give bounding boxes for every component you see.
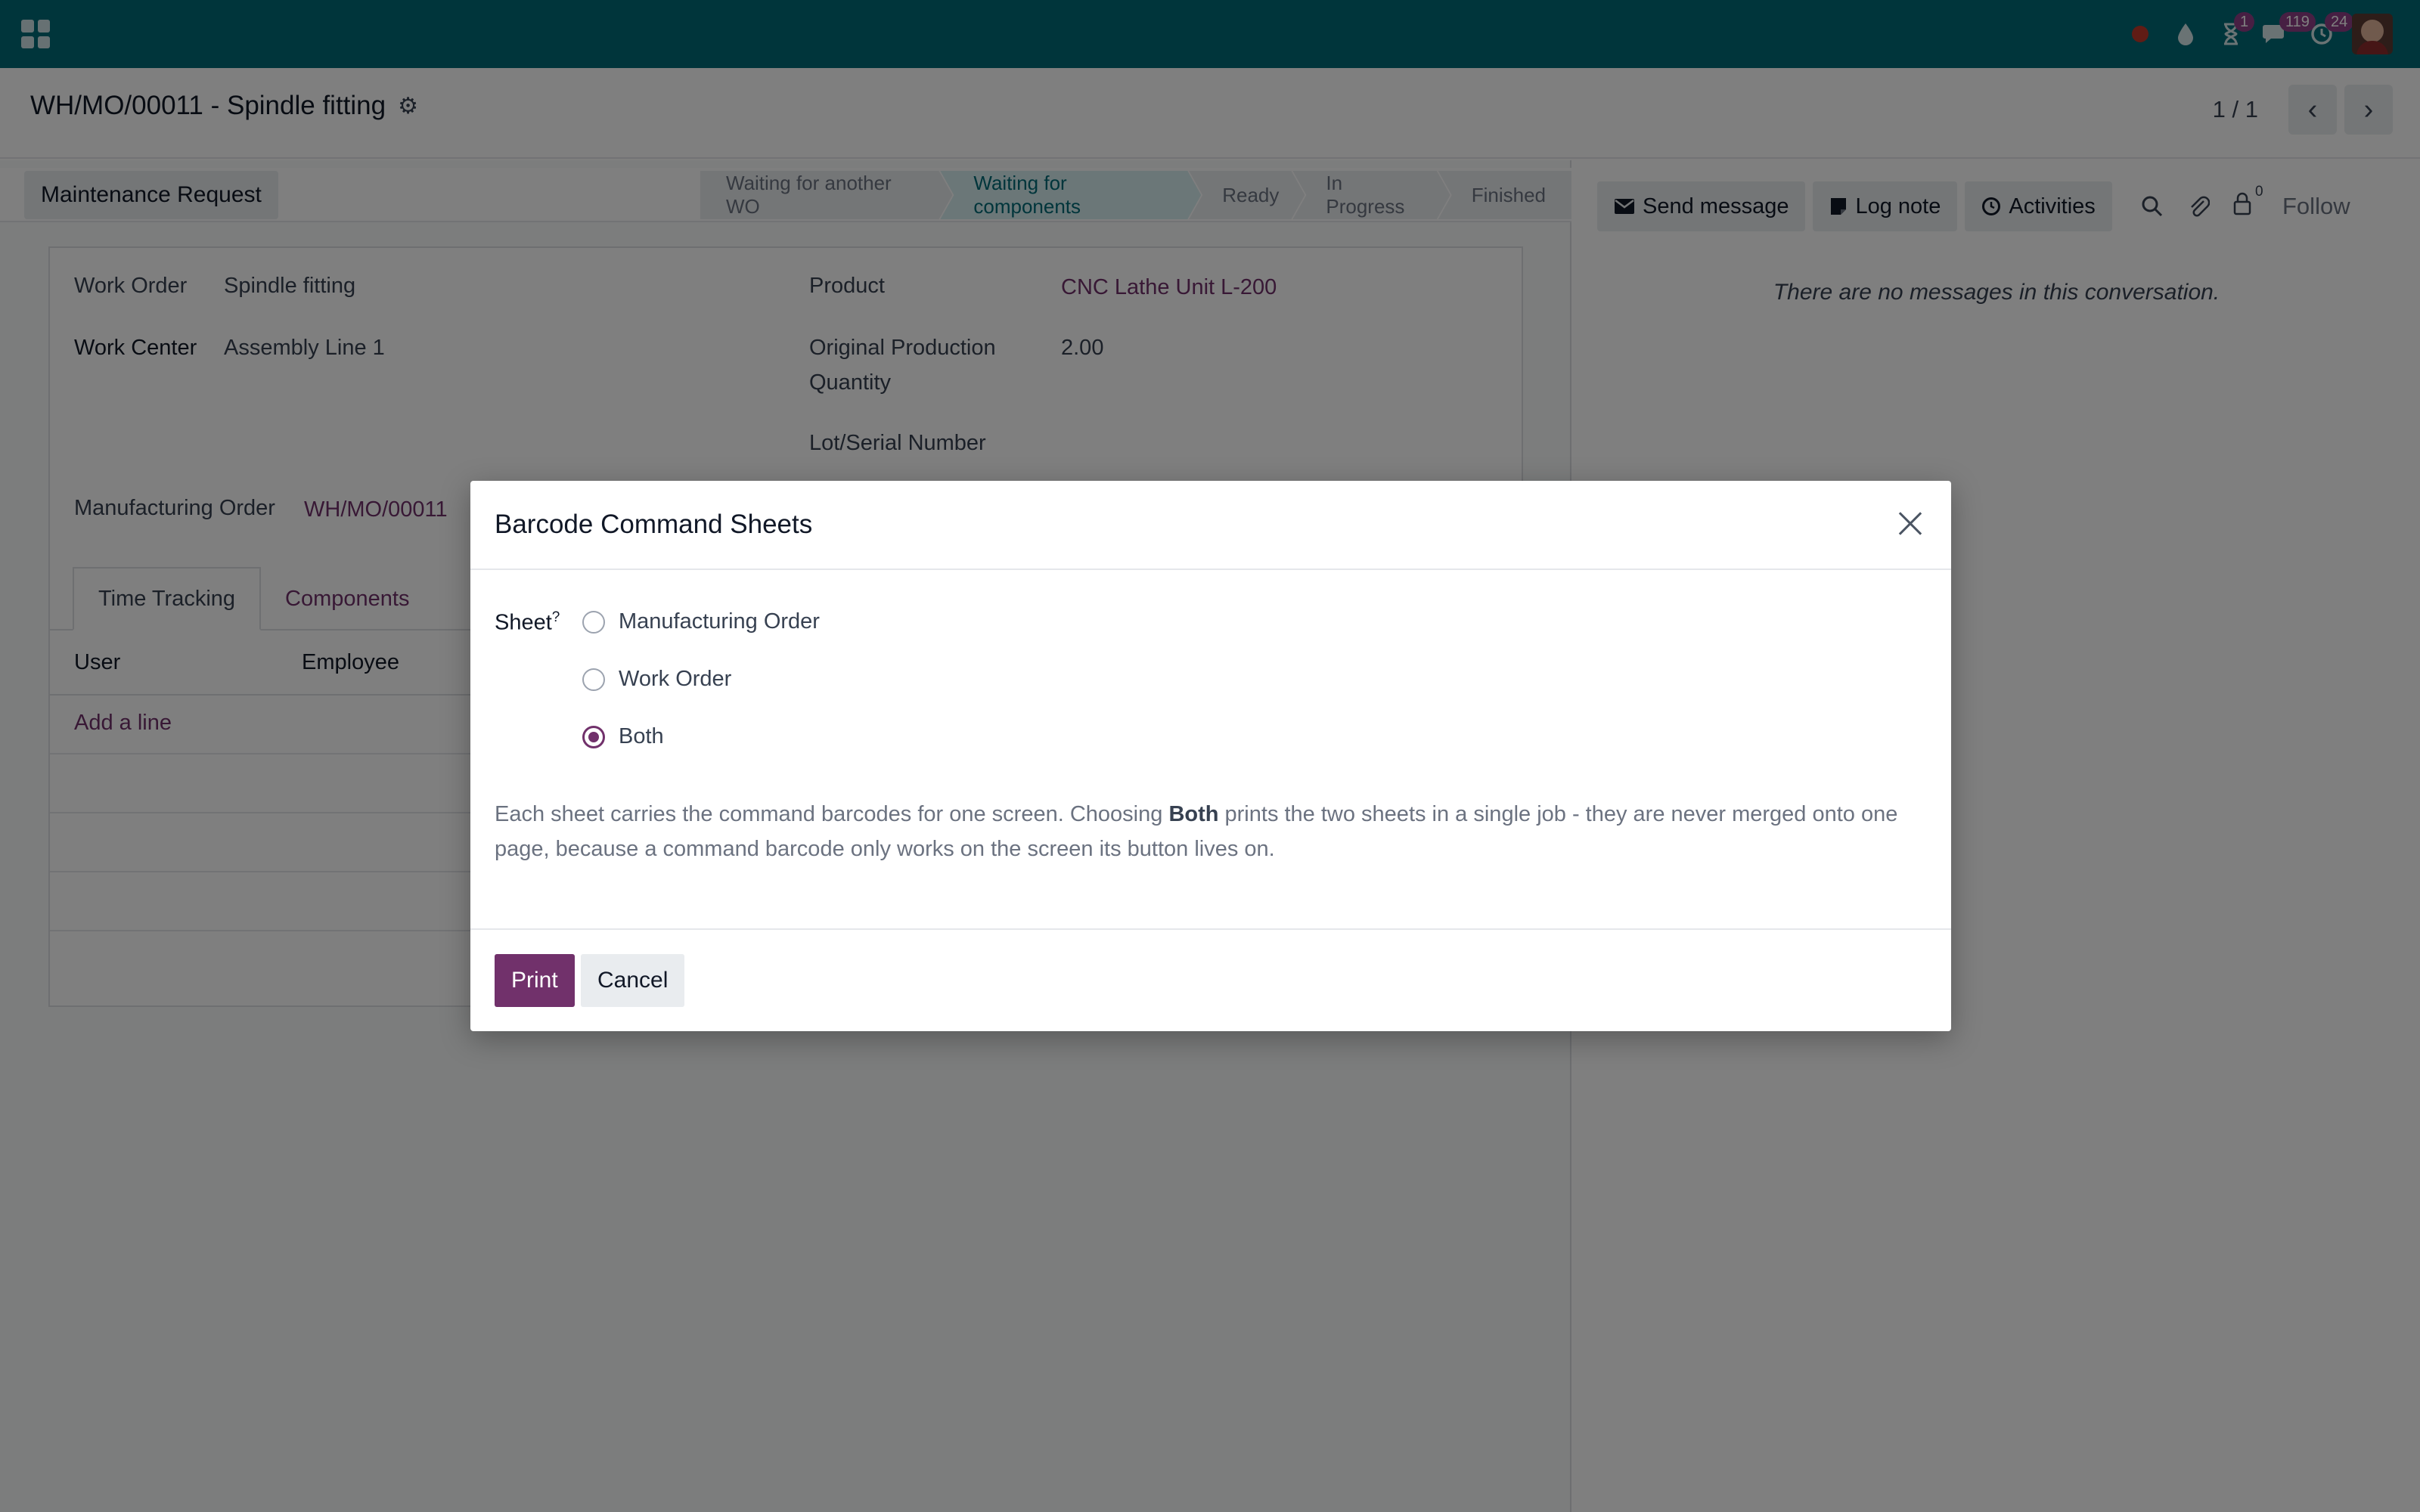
cancel-button[interactable]: Cancel — [581, 954, 685, 1007]
print-button[interactable]: Print — [495, 954, 575, 1007]
sheet-label-text: Sheet — [495, 610, 552, 635]
radio-option-both[interactable]: Both — [582, 724, 664, 749]
help-text-bold: Both — [1168, 802, 1219, 826]
help-text-start: Each sheet carries the command barcodes … — [495, 802, 1169, 826]
radio-label[interactable]: Both — [619, 724, 664, 749]
help-text: Each sheet carries the command barcodes … — [495, 797, 1931, 866]
modal-footer: Print Cancel — [470, 928, 1951, 1031]
radio-button[interactable] — [582, 668, 605, 691]
modal-title: Barcode Command Sheets — [495, 510, 813, 539]
radio-button-selected[interactable] — [582, 725, 605, 748]
help-tooltip-icon[interactable]: ? — [552, 609, 560, 625]
radio-label[interactable]: Manufacturing Order — [619, 609, 820, 634]
radio-label[interactable]: Work Order — [619, 667, 731, 692]
radio-button[interactable] — [582, 610, 605, 634]
close-icon[interactable] — [1889, 502, 1931, 544]
sheet-field-label: Sheet? — [495, 609, 560, 636]
radio-option-manufacturing-order[interactable]: Manufacturing Order — [582, 609, 820, 634]
modal-header: Barcode Command Sheets — [470, 481, 1951, 570]
radio-option-work-order[interactable]: Work Order — [582, 667, 731, 692]
barcode-command-sheets-dialog: Barcode Command Sheets Sheet? Manufactur… — [470, 481, 1951, 1031]
